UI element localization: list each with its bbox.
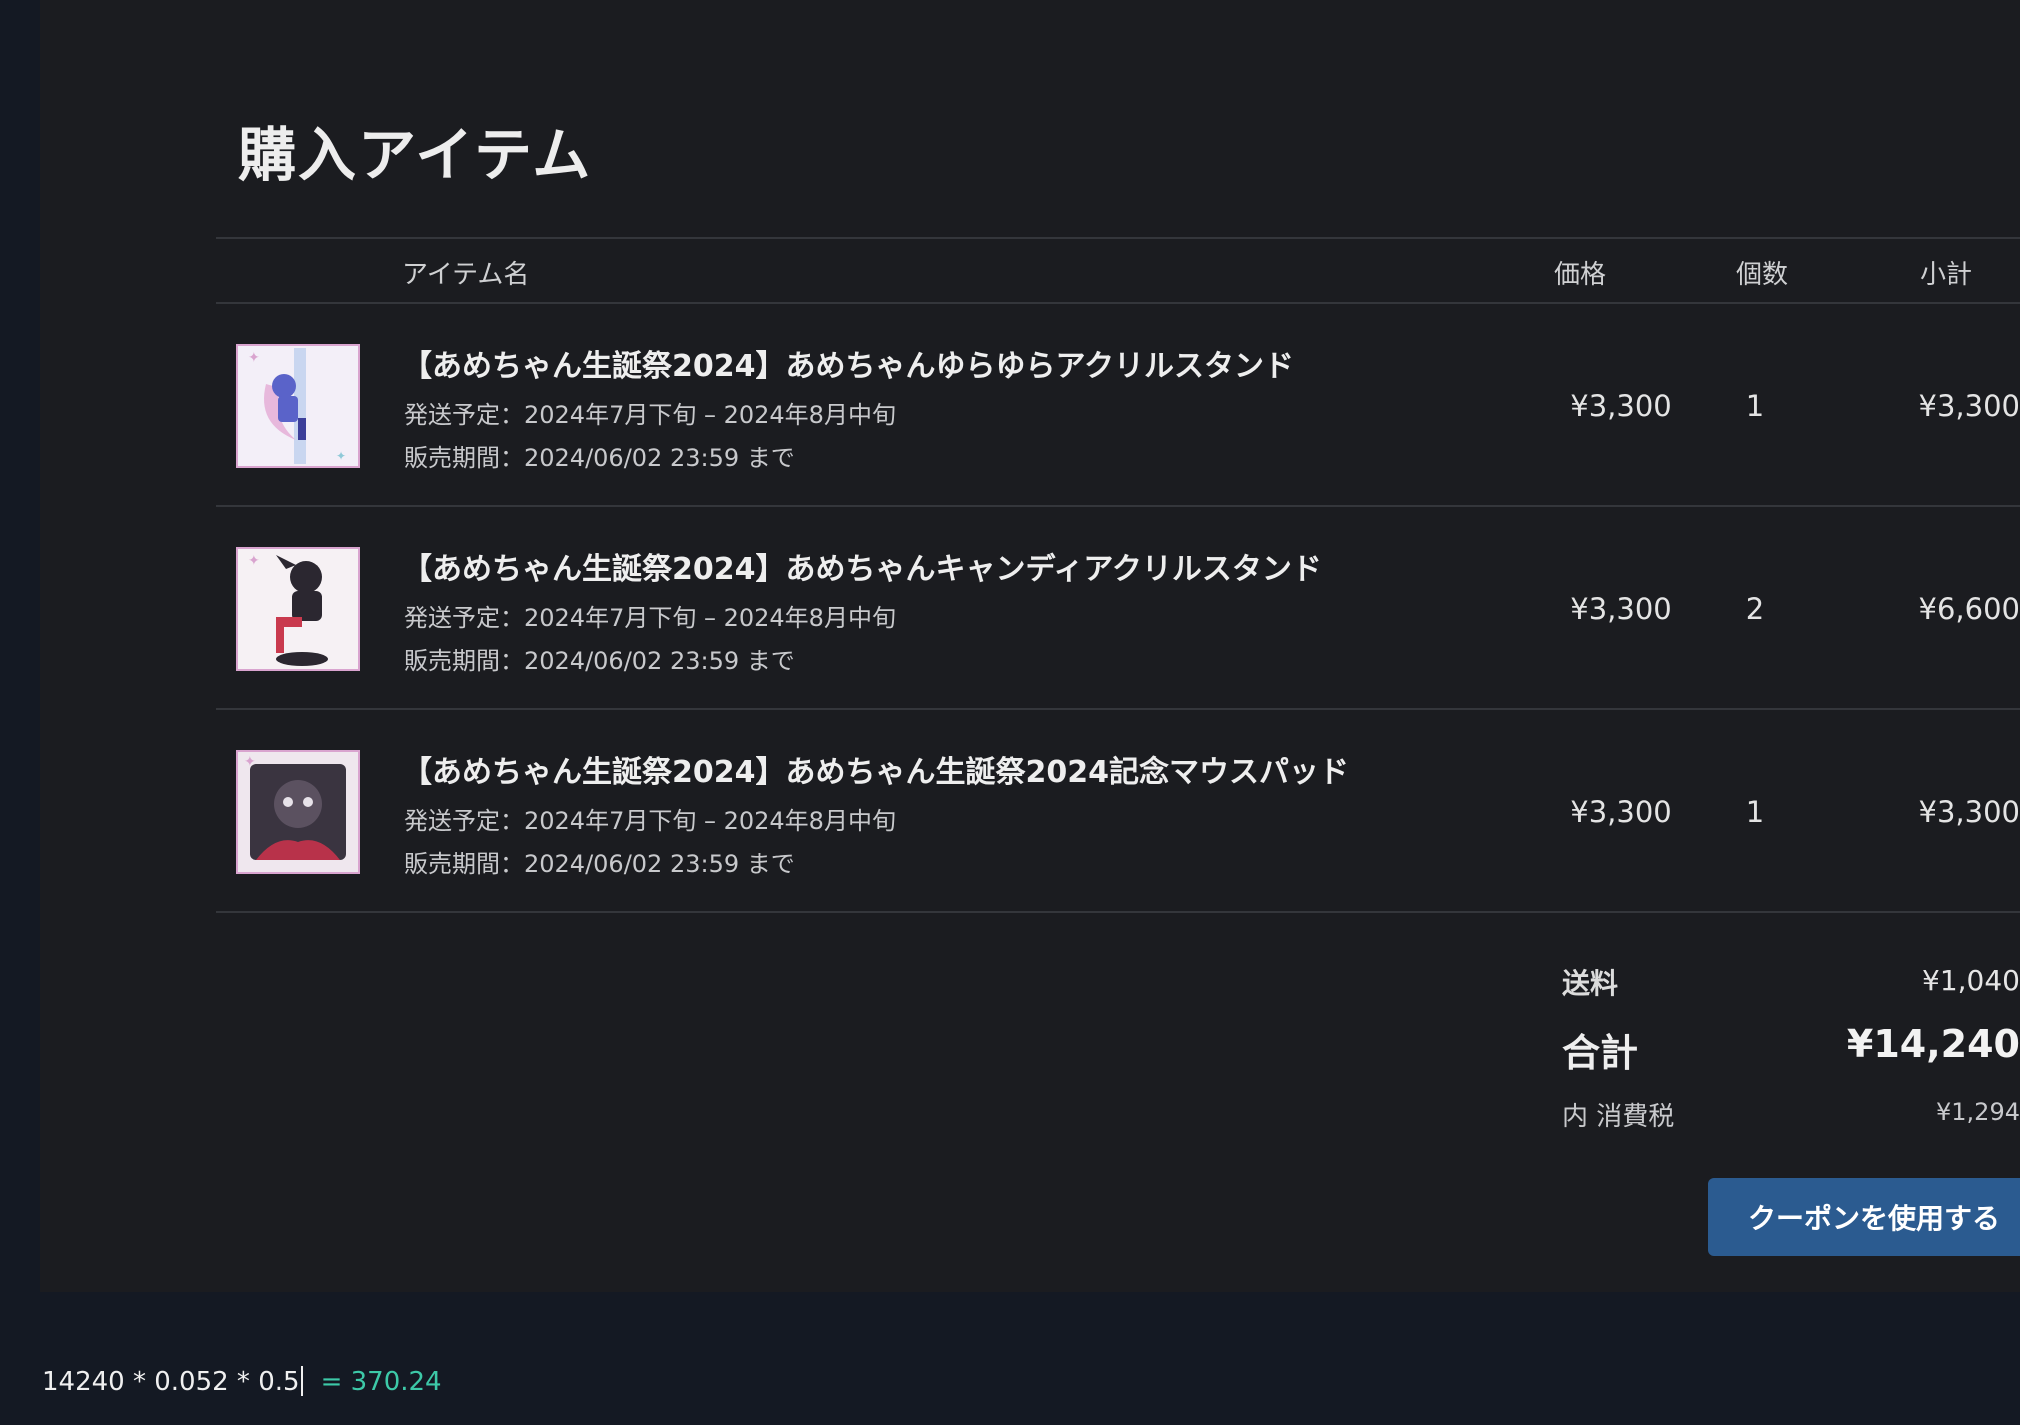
item-price: ¥3,300 bbox=[1570, 592, 1672, 626]
svg-text:✦: ✦ bbox=[244, 754, 256, 770]
item-shipping-schedule: 発送予定：2024年7月下旬 – 2024年8月中旬 bbox=[404, 604, 896, 632]
item-subtotal: ¥3,300 bbox=[1918, 389, 2020, 423]
item-price: ¥3,300 bbox=[1570, 795, 1672, 829]
text-cursor bbox=[300, 1366, 303, 1396]
column-header-quantity: 個数 bbox=[1736, 260, 1789, 290]
table-row: ✦ 【あめちゃん生誕祭2024】あめちゃん生誕祭2024記念マウスパッド 発送予… bbox=[216, 711, 2020, 911]
item-name[interactable]: 【あめちゃん生誕祭2024】あめちゃん生誕祭2024記念マウスパッド bbox=[402, 747, 1349, 791]
table-row: ✦ ✦ 【あめちゃん生誕祭2024】あめちゃんゆらゆらアクリルスタンド 発送予定… bbox=[216, 305, 2020, 505]
table-header-rule bbox=[216, 302, 2020, 304]
item-sale-period: 販売期間：2024/06/02 23:59 まで bbox=[404, 444, 795, 472]
calculator-expression[interactable]: 14240 * 0.052 * 0.5 bbox=[42, 1367, 300, 1397]
item-thumbnail[interactable]: ✦ bbox=[236, 750, 360, 874]
calculator-result: = 370.24 bbox=[320, 1367, 442, 1397]
item-price: ¥3,300 bbox=[1570, 389, 1672, 423]
item-sale-period: 販売期間：2024/06/02 23:59 まで bbox=[404, 647, 795, 675]
column-header-subtotal: 小計 bbox=[1920, 260, 1973, 290]
mousepad-image-icon: ✦ bbox=[236, 750, 360, 874]
item-thumbnail[interactable]: ✦ ✦ bbox=[236, 344, 360, 468]
column-header-price: 価格 bbox=[1554, 260, 1607, 290]
item-name[interactable]: 【あめちゃん生誕祭2024】あめちゃんキャンディアクリルスタンド bbox=[402, 544, 1322, 588]
table-row: ✦ 【あめちゃん生誕祭2024】あめちゃんキャンディアクリルスタンド 発送予定：… bbox=[216, 508, 2020, 708]
svg-text:✦: ✦ bbox=[248, 553, 260, 569]
item-quantity: 2 bbox=[1745, 592, 1765, 626]
item-shipping-schedule: 発送予定：2024年7月下旬 – 2024年8月中旬 bbox=[404, 807, 896, 835]
svg-text:✦: ✦ bbox=[336, 449, 346, 463]
acrylic-stand-image-icon: ✦ bbox=[236, 547, 360, 671]
item-shipping-schedule: 発送予定：2024年7月下旬 – 2024年8月中旬 bbox=[404, 401, 896, 429]
item-subtotal: ¥6,600 bbox=[1918, 592, 2020, 626]
row-divider bbox=[216, 708, 2020, 710]
calculator-line[interactable]: 14240 * 0.052 * 0.5 = 370.24 bbox=[42, 1366, 442, 1397]
row-divider bbox=[216, 505, 2020, 507]
total-label: 合計 bbox=[1562, 1031, 1639, 1075]
column-header-item-name: アイテム名 bbox=[402, 260, 530, 290]
acrylic-stand-image-icon: ✦ ✦ bbox=[236, 344, 360, 468]
item-quantity: 1 bbox=[1745, 389, 1765, 423]
table-bottom-rule bbox=[216, 911, 2020, 913]
item-name[interactable]: 【あめちゃん生誕祭2024】あめちゃんゆらゆらアクリルスタンド bbox=[402, 341, 1294, 385]
consumption-tax-value: ¥1,294 bbox=[1936, 1098, 2020, 1126]
item-sale-period: 販売期間：2024/06/02 23:59 まで bbox=[404, 850, 795, 878]
page-title: 購入アイテム bbox=[238, 121, 593, 189]
table-top-rule bbox=[216, 237, 2020, 239]
item-thumbnail[interactable]: ✦ bbox=[236, 547, 360, 671]
total-value: ¥14,240 bbox=[1846, 1022, 2020, 1066]
svg-text:✦: ✦ bbox=[248, 350, 260, 366]
item-subtotal: ¥3,300 bbox=[1918, 795, 2020, 829]
item-quantity: 1 bbox=[1745, 795, 1765, 829]
consumption-tax-label: 内 消費税 bbox=[1562, 1102, 1675, 1132]
shipping-fee-label: 送料 bbox=[1562, 967, 1619, 1000]
shipping-fee-value: ¥1,040 bbox=[1922, 964, 2020, 997]
use-coupon-button[interactable]: クーポンを使用する bbox=[1708, 1178, 2020, 1256]
